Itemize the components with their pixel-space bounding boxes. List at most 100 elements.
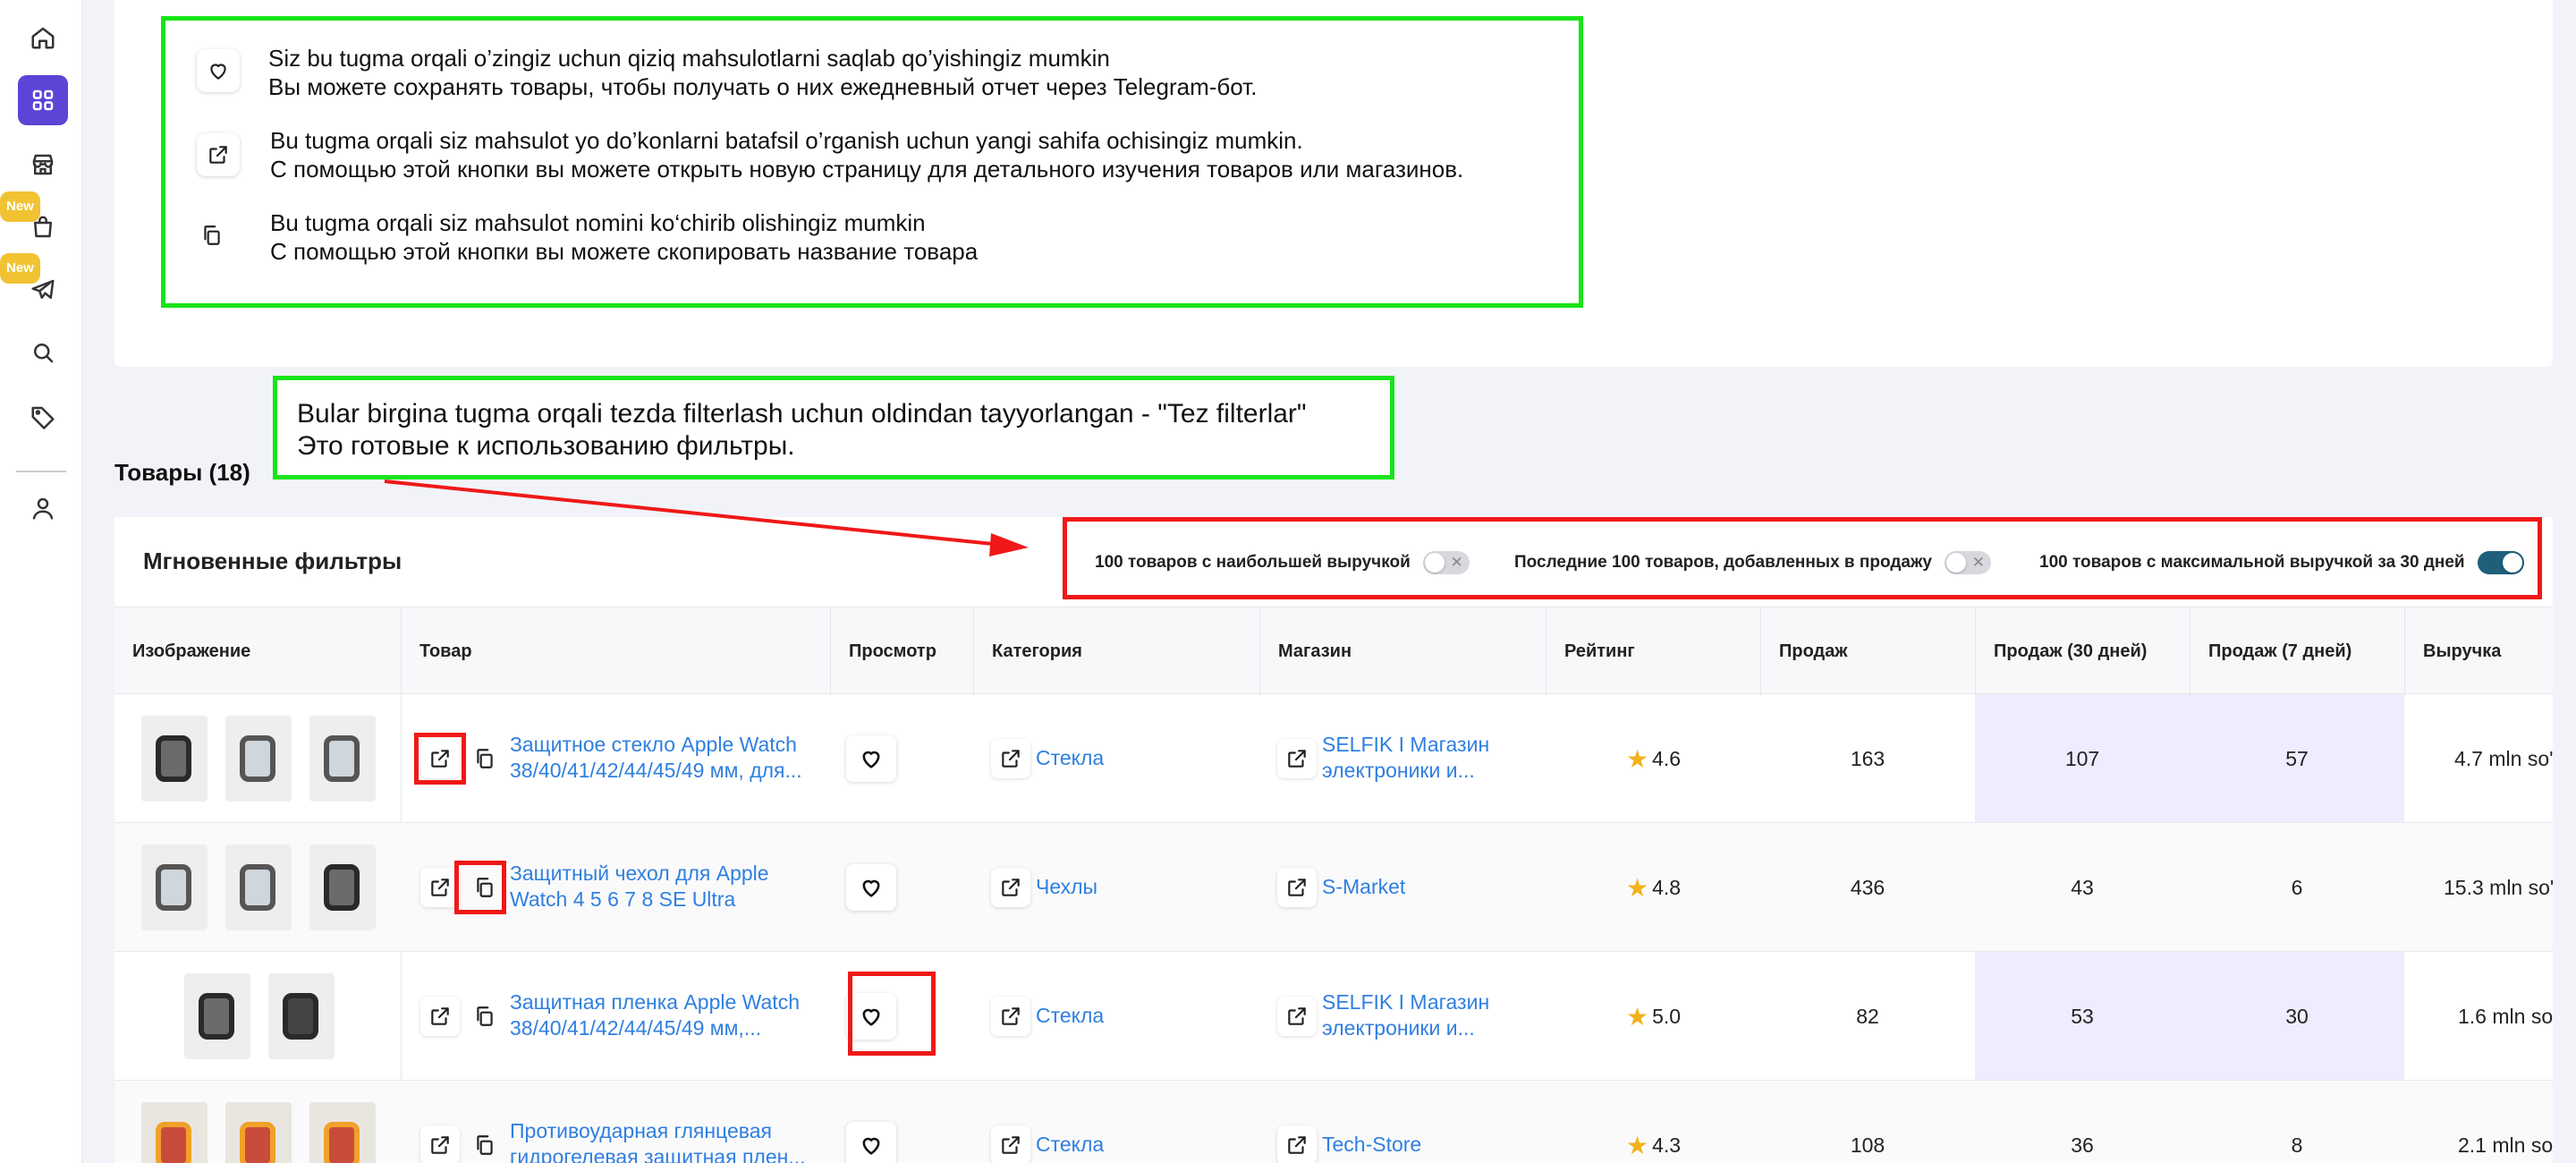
- quick-filters-title: Мгновенные фильтры: [143, 548, 402, 574]
- open-product-button[interactable]: [420, 1125, 460, 1163]
- sales-30-days: 107: [2064, 746, 2100, 770]
- products-table: Изображение Товар Просмотр Категория Маг…: [114, 607, 2553, 1163]
- external-link-icon: [197, 133, 240, 176]
- filter-latest-added-label: Последние 100 товаров, добавленных в про…: [1514, 553, 1932, 572]
- shop-link[interactable]: SELFIK I Магазин электроники и...: [1322, 989, 1489, 1041]
- new-badge: New: [0, 253, 40, 284]
- product-name-link[interactable]: Защитное стекло Apple Watch 38/40/41/42/4…: [510, 732, 802, 784]
- table-row[interactable]: Защитное стекло Apple Watch 38/40/41/42/4…: [114, 694, 2553, 823]
- product-image: [141, 845, 208, 930]
- user-icon[interactable]: [23, 488, 63, 528]
- filter-top-revenue-30d-label: 100 товаров с максимальной выручкой за 3…: [2039, 553, 2465, 572]
- filter-top-revenue-30d-toggle[interactable]: ✕: [2477, 551, 2524, 574]
- favorite-explanation-ru: Вы можете сохранять товары, чтобы получа…: [268, 73, 1258, 100]
- open-product-button[interactable]: [420, 997, 460, 1036]
- product-name-link[interactable]: Противоударная глянцевая гидрогелевая защ…: [510, 1118, 805, 1163]
- sales: 82: [1856, 1004, 1879, 1028]
- open-category-button[interactable]: [991, 997, 1030, 1036]
- col-view[interactable]: Просмотр: [830, 607, 936, 695]
- copy-explanation-ru: С помощью этой кнопки вы можете скопиров…: [270, 238, 979, 265]
- search-icon[interactable]: [23, 333, 63, 372]
- category-link[interactable]: Стекла: [1036, 746, 1104, 770]
- revenue: 2.1 mln so'm: [2458, 1133, 2553, 1157]
- products-title: Товары (18): [114, 459, 250, 486]
- product-image: [141, 1102, 208, 1163]
- open-shop-button[interactable]: [1277, 739, 1317, 778]
- col-revenue[interactable]: Выручка: [2404, 607, 2501, 695]
- add-to-favorites-button[interactable]: [846, 1122, 896, 1163]
- shop-link[interactable]: Tech-Store: [1322, 1133, 1421, 1157]
- favorite-button-highlight: [848, 972, 936, 1056]
- sales: 436: [1850, 875, 1885, 899]
- add-to-favorites-button[interactable]: [846, 864, 896, 911]
- product-images: [141, 716, 376, 802]
- open-category-button[interactable]: [991, 868, 1030, 907]
- sales-7-days: 8: [2291, 1133, 2303, 1157]
- home-icon[interactable]: [23, 18, 63, 57]
- add-to-favorites-button[interactable]: [846, 735, 896, 782]
- filter-top-revenue-toggle[interactable]: ✕: [1422, 551, 1470, 574]
- product-name-link[interactable]: Защитный чехол для Apple Watch 4 5 6 7 8 …: [510, 861, 769, 913]
- copy-button-highlight: [454, 861, 506, 914]
- filter-top-revenue[interactable]: 100 товаров с наибольшей выручкой ✕: [1095, 551, 1470, 574]
- rating: ★ 4.8: [1626, 873, 1682, 902]
- shop-link[interactable]: S-Market: [1322, 875, 1405, 899]
- table-row[interactable]: Противоударная глянцевая гидрогелевая защ…: [114, 1081, 2553, 1163]
- sidebar: New New: [0, 0, 82, 1163]
- copy-name-button[interactable]: [465, 739, 504, 778]
- product-images: [184, 973, 335, 1059]
- col-sales[interactable]: Продаж: [1760, 607, 1848, 695]
- product-image: [268, 973, 335, 1059]
- product-name-link[interactable]: Защитная пленка Apple Watch 38/40/41/42/4…: [510, 989, 800, 1041]
- sales-7-days: 30: [2285, 1004, 2309, 1028]
- quick-filters-explanation-uz: Bular birgina tugma orqali tezda filterl…: [297, 399, 1307, 429]
- product-images: [141, 845, 376, 930]
- copy-name-button[interactable]: [465, 1125, 504, 1163]
- filter-latest-added[interactable]: Последние 100 товаров, добавленных в про…: [1514, 551, 1991, 574]
- category-link[interactable]: Чехлы: [1036, 875, 1097, 899]
- star-icon: ★: [1626, 873, 1649, 902]
- sales-30-days: 36: [2071, 1133, 2094, 1157]
- shop-link[interactable]: SELFIK I Магазин электроники и...: [1322, 732, 1489, 784]
- quick-filters-explanation-ru: Это готовые к использованию фильтры.: [297, 431, 795, 461]
- product-image: [309, 716, 376, 802]
- dashboard-icon[interactable]: [18, 75, 68, 125]
- open-explanation-ru: С помощью этой кнопки вы можете открыть …: [270, 156, 1464, 183]
- col-sales-30-days[interactable]: Продаж (30 дней): [1975, 607, 2147, 695]
- heart-icon: [197, 49, 240, 92]
- rating: ★ 5.0: [1626, 1002, 1682, 1031]
- col-shop[interactable]: Магазин: [1259, 607, 1352, 695]
- product-image: [309, 1102, 376, 1163]
- open-shop-button[interactable]: [1277, 997, 1317, 1036]
- tag-icon[interactable]: [23, 397, 63, 437]
- store-icon[interactable]: [23, 145, 63, 184]
- table-row[interactable]: Защитный чехол для Apple Watch 4 5 6 7 8 …: [114, 823, 2553, 952]
- star-icon: ★: [1626, 744, 1649, 773]
- product-image: [225, 716, 292, 802]
- product-image: [309, 845, 376, 930]
- open-shop-button[interactable]: [1277, 1125, 1317, 1163]
- category-link[interactable]: Стекла: [1036, 1004, 1104, 1028]
- col-category[interactable]: Категория: [973, 607, 1082, 695]
- open-category-button[interactable]: [991, 739, 1030, 778]
- category-link[interactable]: Стекла: [1036, 1133, 1104, 1157]
- sidebar-divider: [16, 471, 66, 472]
- open-shop-button[interactable]: [1277, 868, 1317, 907]
- rating: ★ 4.6: [1626, 744, 1682, 773]
- rating: ★ 4.3: [1626, 1131, 1682, 1159]
- star-icon: ★: [1626, 1002, 1649, 1031]
- col-sales-7-days[interactable]: Продаж (7 дней): [2190, 607, 2351, 695]
- revenue: 1.6 mln so'm: [2458, 1004, 2553, 1028]
- sales: 108: [1850, 1133, 1885, 1157]
- sales: 163: [1850, 746, 1885, 770]
- sales-30-days: 43: [2071, 875, 2094, 899]
- product-image: [141, 716, 208, 802]
- copy-name-button[interactable]: [465, 997, 504, 1036]
- filter-top-revenue-30d[interactable]: 100 товаров с максимальной выручкой за 3…: [2039, 551, 2524, 574]
- col-rating[interactable]: Рейтинг: [1546, 607, 1635, 695]
- col-image[interactable]: Изображение: [114, 607, 250, 695]
- table-row[interactable]: Защитная пленка Apple Watch 38/40/41/42/4…: [114, 952, 2553, 1081]
- open-category-button[interactable]: [991, 1125, 1030, 1163]
- filter-latest-added-toggle[interactable]: ✕: [1944, 551, 1991, 574]
- col-product[interactable]: Товар: [401, 607, 472, 695]
